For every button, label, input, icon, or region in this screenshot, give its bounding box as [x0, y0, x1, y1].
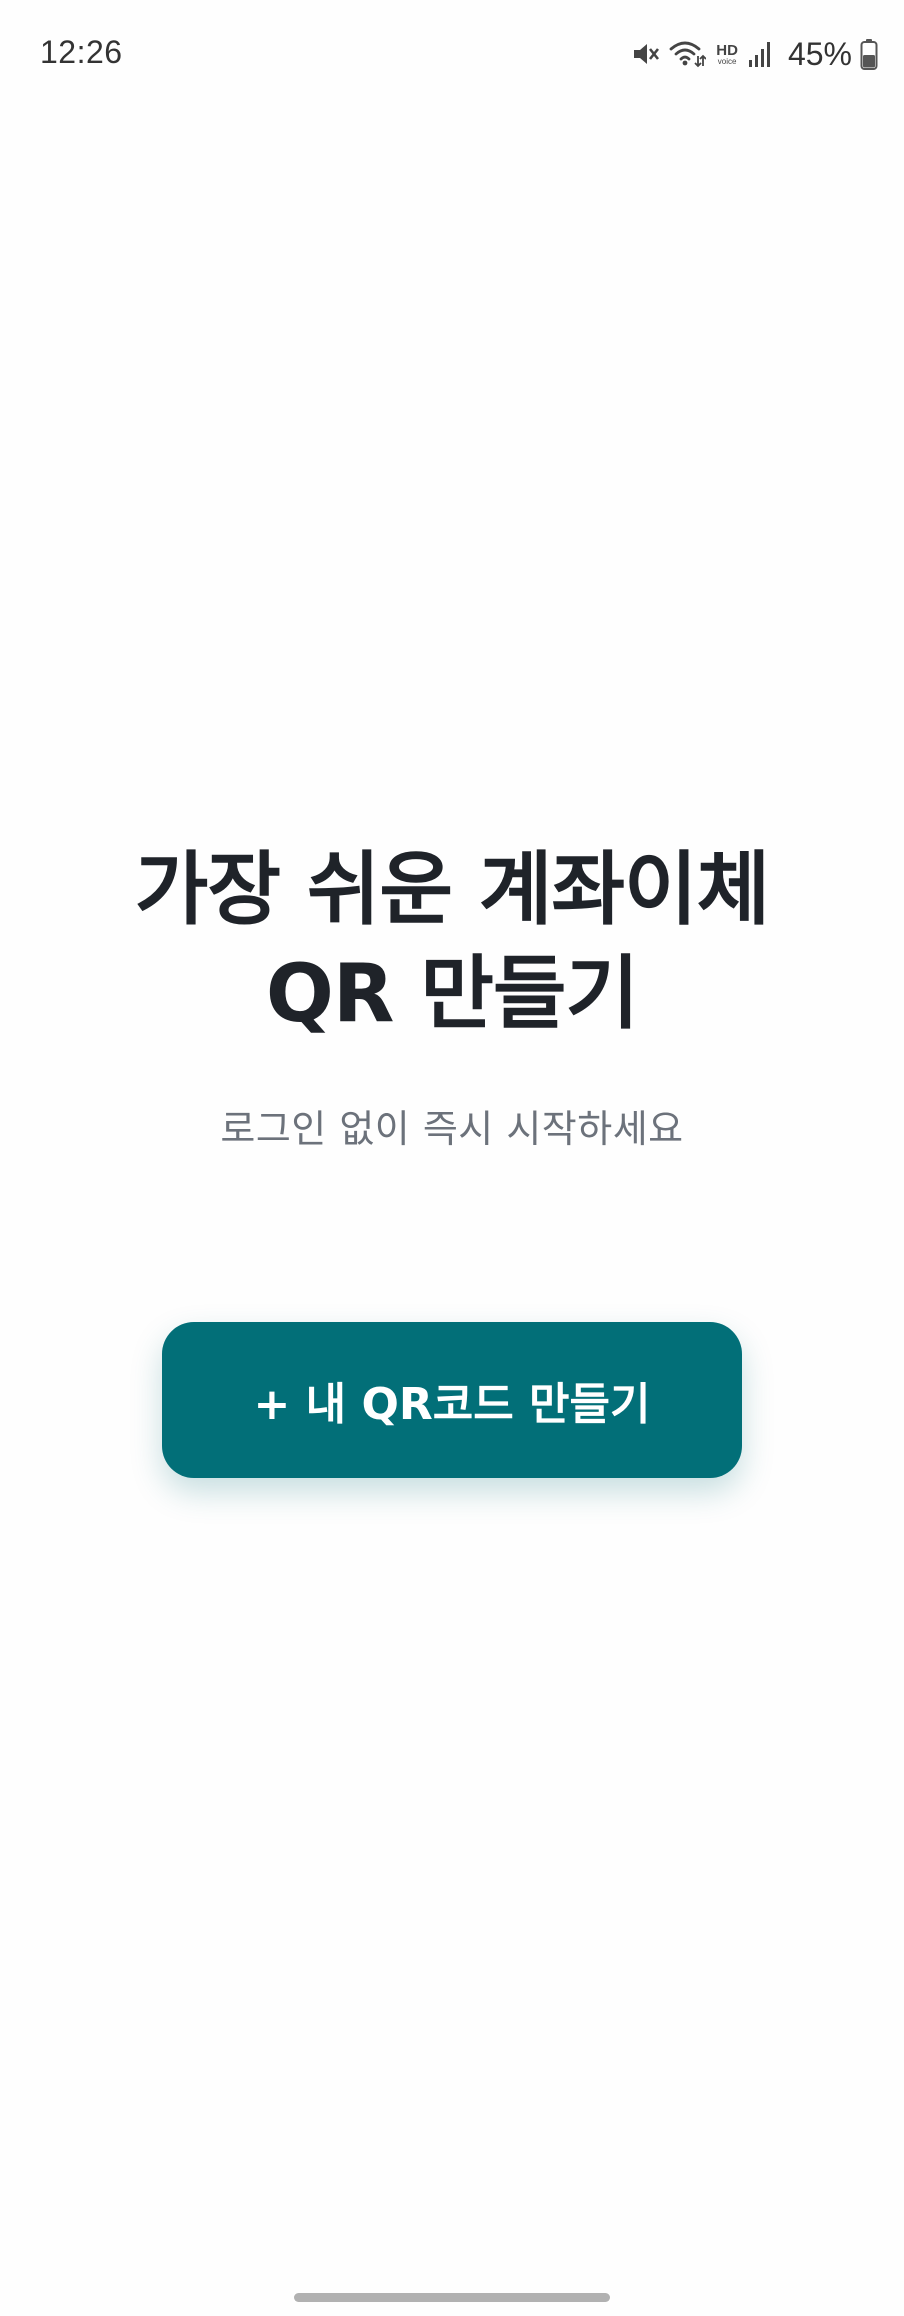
status-icons: HD voice 45% [630, 32, 878, 76]
status-bar: 12:26 HD voice 45% [0, 0, 904, 110]
status-time: 12:26 [40, 34, 123, 70]
page-title-line-2: QR 만들기 [265, 947, 639, 1040]
hd-sublabel: voice [717, 56, 737, 66]
page-subtitle: 로그인 없이 즉시 시작하세요 [220, 1107, 684, 1151]
home-indicator[interactable] [294, 2293, 610, 2302]
hd-voice-icon: HD voice [716, 43, 738, 66]
mute-icon [630, 39, 660, 69]
battery-percent: 45% [787, 35, 852, 72]
create-qr-button[interactable]: + 내 QR코드 만들기 [162, 1322, 742, 1478]
page-title: 가장 쉬운 계좌이체 QR 만들기 [0, 838, 904, 1046]
signal-icon [748, 40, 774, 68]
hero-section: 가장 쉬운 계좌이체 QR 만들기 로그인 없이 즉시 시작하세요 [0, 838, 904, 1153]
page-title-line-1: 가장 쉬운 계좌이체 [134, 843, 771, 936]
battery-icon [860, 38, 878, 70]
hd-label: HD [716, 41, 738, 59]
app-screen: 12:26 HD voice 45% 가장 쉬운 계좌이체 QR 만들기 로그인… [0, 0, 904, 2316]
wifi-icon [668, 38, 707, 70]
